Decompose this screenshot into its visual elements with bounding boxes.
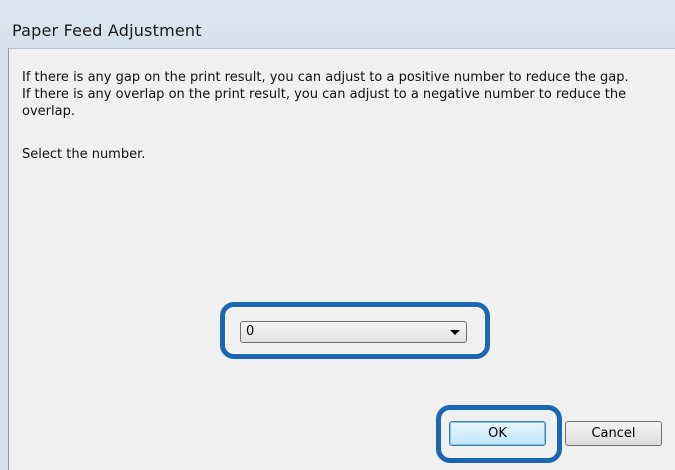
cancel-button[interactable]: Cancel bbox=[565, 421, 662, 446]
chevron-down-icon[interactable] bbox=[450, 330, 460, 335]
title-bar[interactable]: Paper Feed Adjustment bbox=[0, 0, 675, 49]
select-number-prompt: Select the number. bbox=[22, 147, 146, 162]
paper-feed-adjustment-dialog: Paper Feed Adjustment If there is any ga… bbox=[0, 0, 675, 470]
overlap-instruction: If there is any overlap on the print res… bbox=[22, 87, 627, 119]
ok-button[interactable]: OK bbox=[449, 421, 546, 446]
gap-instruction: If there is any gap on the print result,… bbox=[22, 70, 629, 85]
dropdown-selected-value: 0 bbox=[246, 324, 255, 339]
dialog-body: If there is any gap on the print result,… bbox=[9, 49, 675, 470]
window-title: Paper Feed Adjustment bbox=[12, 21, 202, 40]
window-frame-left bbox=[0, 48, 9, 470]
instructions-text: If there is any gap on the print result,… bbox=[22, 69, 672, 120]
adjustment-value-dropdown[interactable]: 0 bbox=[240, 321, 467, 343]
